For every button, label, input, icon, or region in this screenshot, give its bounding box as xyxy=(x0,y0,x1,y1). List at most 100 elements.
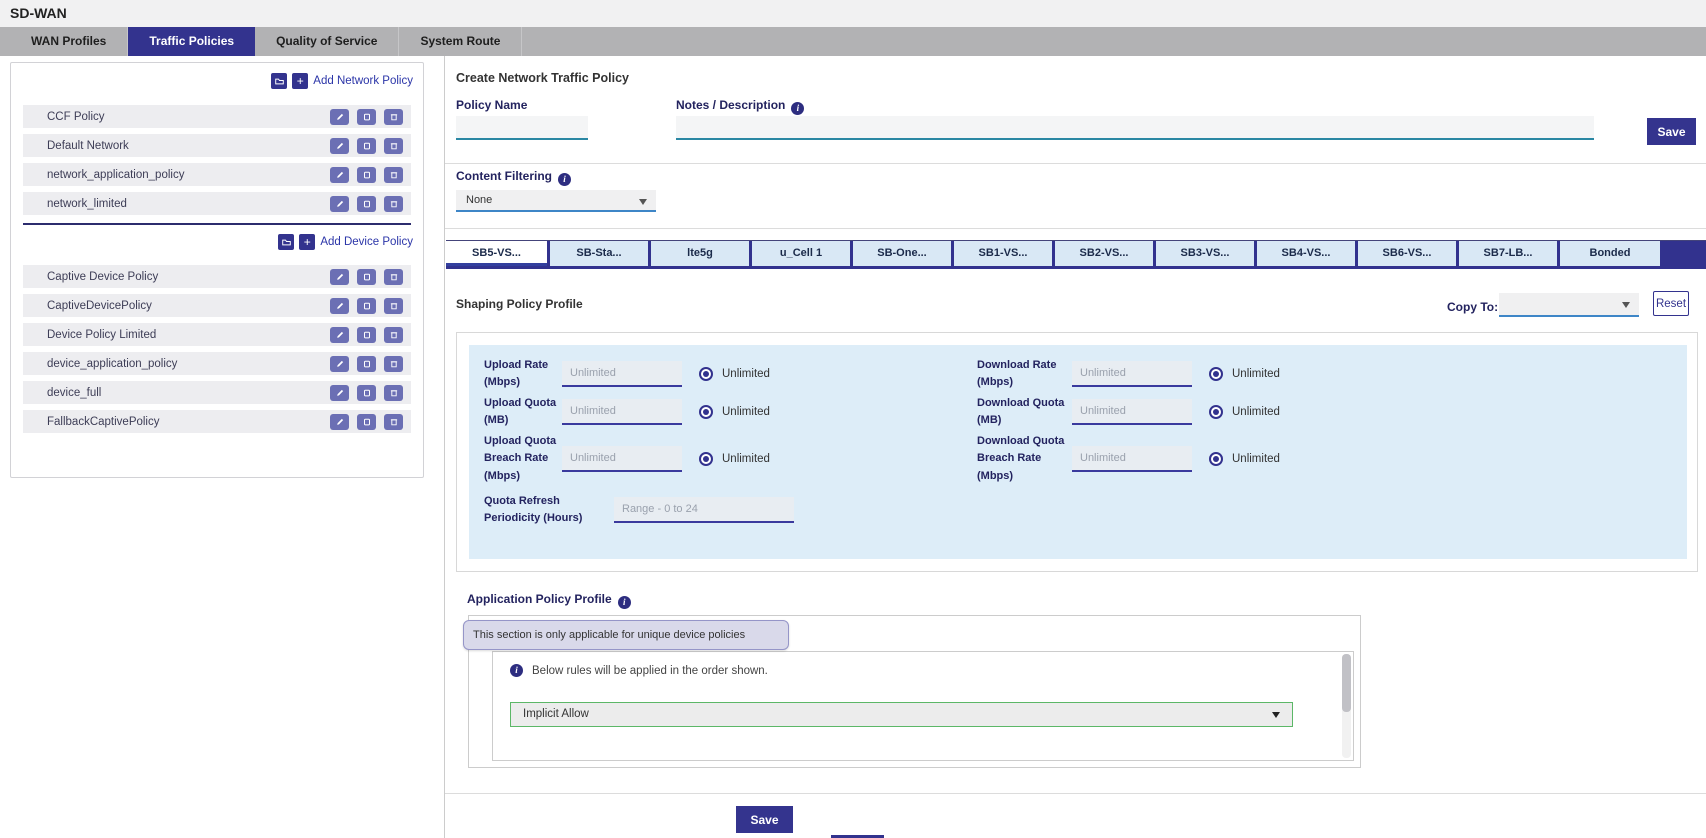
info-icon[interactable]: i xyxy=(618,596,631,609)
edit-icon[interactable] xyxy=(330,196,349,212)
interface-tab[interactable]: SB-Sta... xyxy=(547,241,648,266)
interface-tab[interactable]: Bonded xyxy=(1557,241,1660,266)
edit-icon[interactable] xyxy=(330,327,349,343)
device-policy-row[interactable]: Captive Device Policy xyxy=(23,265,411,288)
delete-icon[interactable] xyxy=(384,138,403,154)
copy-to-label: Copy To: xyxy=(1447,300,1498,314)
rule-select[interactable]: Implicit Allow xyxy=(510,702,1293,727)
interface-tab-strip: SB5-VS... SB-Sta... lte5g u_Cell 1 SB-On… xyxy=(446,240,1706,269)
unlimited-radio[interactable] xyxy=(1209,367,1223,381)
delete-icon[interactable] xyxy=(384,109,403,125)
info-icon[interactable]: i xyxy=(558,173,571,186)
network-policy-row[interactable]: CCF Policy xyxy=(23,105,411,128)
delete-icon[interactable] xyxy=(384,298,403,314)
device-policy-row[interactable]: device_full xyxy=(23,381,411,404)
edit-icon[interactable] xyxy=(330,109,349,125)
device-policy-row[interactable]: Device Policy Limited xyxy=(23,323,411,346)
interface-tab[interactable]: SB2-VS... xyxy=(1052,241,1153,266)
network-policy-row[interactable]: network_application_policy xyxy=(23,163,411,186)
shaping-title: Shaping Policy Profile xyxy=(456,297,583,311)
edit-icon[interactable] xyxy=(330,298,349,314)
save-button-bottom[interactable]: Save xyxy=(736,806,793,833)
network-policy-row[interactable]: network_limited xyxy=(23,192,411,215)
network-policy-row[interactable]: Default Network xyxy=(23,134,411,157)
delete-icon[interactable] xyxy=(384,327,403,343)
tooltip: This section is only applicable for uniq… xyxy=(463,620,789,650)
unlimited-radio[interactable] xyxy=(1209,405,1223,419)
divider xyxy=(445,228,1706,229)
copy-icon[interactable] xyxy=(357,196,376,212)
download-rate-input[interactable] xyxy=(1072,361,1192,387)
edit-icon[interactable] xyxy=(330,167,349,183)
delete-icon[interactable] xyxy=(384,356,403,372)
upload-quota-input[interactable] xyxy=(562,399,682,425)
copy-icon[interactable] xyxy=(357,138,376,154)
folder-icon[interactable] xyxy=(278,234,294,250)
add-network-policy-link[interactable]: Add Network Policy xyxy=(313,75,413,87)
scrollbar-track[interactable] xyxy=(1342,654,1351,758)
download-quota-breach-input[interactable] xyxy=(1072,446,1192,472)
delete-icon[interactable] xyxy=(384,385,403,401)
interface-tab[interactable]: SB1-VS... xyxy=(951,241,1052,266)
unlimited-radio[interactable] xyxy=(699,452,713,466)
device-policy-row[interactable]: FallbackCaptivePolicy xyxy=(23,410,411,433)
add-device-policy-link[interactable]: Add Device Policy xyxy=(320,236,413,248)
unlimited-radio[interactable] xyxy=(699,367,713,381)
delete-icon[interactable] xyxy=(384,414,403,430)
upload-quota-breach-input[interactable] xyxy=(562,446,682,472)
copy-to-select[interactable] xyxy=(1499,293,1639,317)
quota-refresh-input[interactable] xyxy=(614,497,794,523)
edit-icon[interactable] xyxy=(330,385,349,401)
scrollbar-thumb[interactable] xyxy=(1342,654,1351,712)
tab-overflow-button[interactable] xyxy=(1660,241,1706,266)
field-label: Download Rate (Mbps) xyxy=(977,357,1072,391)
field-label: Upload Quota (MB) xyxy=(484,395,562,429)
interface-tab[interactable]: SB4-VS... xyxy=(1254,241,1355,266)
tab-quality-of-service[interactable]: Quality of Service xyxy=(255,27,399,56)
interface-tab[interactable]: u_Cell 1 xyxy=(749,241,850,266)
add-icon[interactable]: + xyxy=(299,234,315,250)
download-quota-input[interactable] xyxy=(1072,399,1192,425)
copy-icon[interactable] xyxy=(357,269,376,285)
delete-icon[interactable] xyxy=(384,196,403,212)
copy-icon[interactable] xyxy=(357,109,376,125)
add-icon[interactable]: + xyxy=(292,73,308,89)
copy-icon[interactable] xyxy=(357,167,376,183)
interface-tab[interactable]: SB6-VS... xyxy=(1355,241,1456,266)
interface-tab[interactable]: SB-One... xyxy=(850,241,951,266)
save-button[interactable]: Save xyxy=(1647,118,1696,145)
interface-tab[interactable]: SB3-VS... xyxy=(1153,241,1254,266)
upload-rate-input[interactable] xyxy=(562,361,682,387)
device-policy-row[interactable]: CaptiveDevicePolicy xyxy=(23,294,411,317)
interface-tab[interactable]: SB7-LB... xyxy=(1456,241,1557,266)
unlimited-radio[interactable] xyxy=(1209,452,1223,466)
copy-icon[interactable] xyxy=(357,385,376,401)
info-icon[interactable]: i xyxy=(791,102,804,115)
edit-icon[interactable] xyxy=(330,356,349,372)
network-policy-list: CCF Policy Default Network network_appli… xyxy=(11,105,423,215)
device-policy-row[interactable]: device_application_policy xyxy=(23,352,411,375)
tab-system-route[interactable]: System Route xyxy=(399,27,522,56)
copy-icon[interactable] xyxy=(357,414,376,430)
notes-input[interactable] xyxy=(676,116,1594,140)
delete-icon[interactable] xyxy=(384,269,403,285)
copy-icon[interactable] xyxy=(357,298,376,314)
policy-name-input[interactable] xyxy=(456,116,588,140)
delete-icon[interactable] xyxy=(384,167,403,183)
interface-tab[interactable]: SB5-VS... xyxy=(446,241,547,266)
policy-name: FallbackCaptivePolicy xyxy=(47,416,322,428)
copy-icon[interactable] xyxy=(357,356,376,372)
folder-icon[interactable] xyxy=(271,73,287,89)
reset-button[interactable]: Reset xyxy=(1653,291,1689,316)
tab-traffic-policies[interactable]: Traffic Policies xyxy=(128,27,255,56)
tab-wan-profiles[interactable]: WAN Profiles xyxy=(10,27,128,56)
unlimited-radio[interactable] xyxy=(699,405,713,419)
policy-list-panel: + Add Network Policy CCF Policy Default … xyxy=(10,62,424,478)
edit-icon[interactable] xyxy=(330,138,349,154)
edit-icon[interactable] xyxy=(330,414,349,430)
interface-tab[interactable]: lte5g xyxy=(648,241,749,266)
edit-icon[interactable] xyxy=(330,269,349,285)
copy-icon[interactable] xyxy=(357,327,376,343)
content-filtering-select[interactable]: None xyxy=(456,190,656,212)
form-title: Create Network Traffic Policy xyxy=(456,71,629,85)
